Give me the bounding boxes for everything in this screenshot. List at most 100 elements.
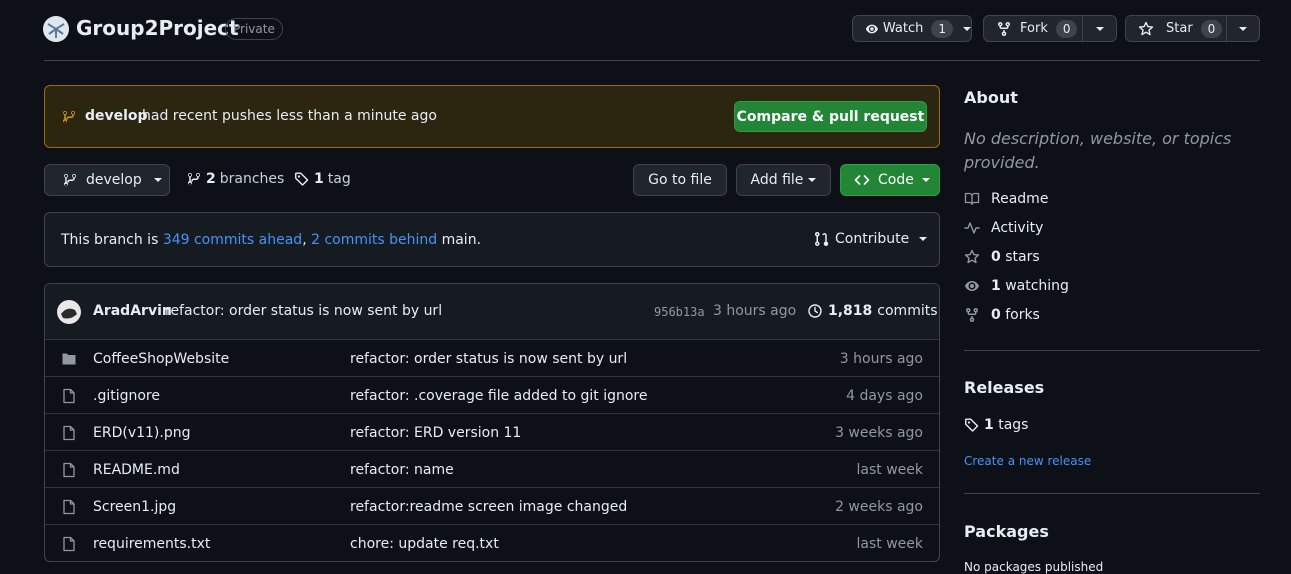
activity-label: Activity [991, 220, 1044, 236]
file-name-link[interactable]: requirements.txt [93, 536, 210, 552]
branch-select-label: develop [86, 172, 142, 188]
commits-behind-link[interactable]: 2 commits behind [311, 232, 437, 248]
branch-status-suffix: main. [441, 232, 482, 248]
release-tags-label: tags [998, 417, 1029, 433]
repo-avatar-image [43, 16, 69, 42]
stars-count: 0 [991, 249, 1001, 265]
contribute-button[interactable]: Contribute [813, 231, 928, 247]
eye-icon [865, 24, 879, 33]
branch-status-sep: , [302, 232, 307, 248]
file-row[interactable]: ERD(v11).png refactor: ERD version 11 3 we… [45, 413, 939, 451]
file-commit-date: 2 weeks ago [835, 498, 923, 515]
compare-pull-request-button[interactable]: Compare & pull request [734, 101, 927, 132]
release-tags-link[interactable]: 1 tags [964, 417, 1028, 433]
commits-history-link[interactable]: 1,818 commits [807, 303, 938, 319]
tags-label: tag [327, 171, 351, 187]
add-file-label: Add file [750, 172, 804, 188]
book-icon [964, 192, 980, 206]
file-row[interactable]: README.md refactor: name last week [45, 450, 939, 488]
star-count: 0 [1200, 19, 1223, 38]
add-file-button[interactable]: Add file [736, 164, 831, 196]
push-banner: develop had recent pushes less than a mi… [44, 85, 940, 148]
watching-count: 1 [991, 278, 1001, 294]
contribute-label: Contribute [835, 231, 910, 247]
chevron-down-icon [919, 237, 928, 241]
chevron-down-icon [1239, 26, 1247, 31]
branch-status-prefix: This branch is [61, 232, 159, 248]
releases-title[interactable]: Releases [964, 378, 1044, 397]
star-button[interactable]: Star 0 [1125, 15, 1227, 42]
file-name-link[interactable]: CoffeeShopWebsite [93, 351, 229, 367]
watching-link[interactable]: 1 watching [964, 278, 1069, 294]
commits-ahead-link[interactable]: 349 commits ahead [163, 232, 302, 248]
tags-count: 1 [314, 171, 324, 187]
file-commit-date: last week [856, 535, 924, 552]
commit-author[interactable]: AradArvin [93, 303, 172, 319]
tag-icon [965, 418, 979, 432]
file-row[interactable]: CoffeeShopWebsite refactor: order status … [45, 339, 939, 377]
file-row[interactable]: requirements.txt chore: update req.txt las… [45, 524, 939, 561]
watch-button[interactable]: Watch 1 [852, 15, 972, 42]
fork-dropdown-button[interactable] [1082, 15, 1117, 42]
packages-title[interactable]: Packages [964, 522, 1049, 541]
file-icon [61, 499, 77, 515]
file-commit-date: 3 hours ago [839, 350, 923, 367]
watching-label: watching [1005, 278, 1069, 294]
readme-label: Readme [991, 191, 1049, 207]
about-description: No description, website, or topics provi… [964, 129, 1232, 172]
commits-count: 1,818 [828, 303, 873, 319]
star-icon [964, 249, 980, 264]
star-dropdown-button[interactable] [1226, 15, 1260, 42]
tag-icon [295, 172, 309, 186]
file-commit-message-link[interactable]: refactor: ERD version 11 [350, 425, 521, 441]
sidebar-divider-2 [964, 493, 1260, 494]
commit-message[interactable]: refactor: order status is now sent by ur… [165, 303, 442, 319]
branches-label: branches [219, 171, 285, 187]
chevron-down-icon [153, 178, 162, 182]
file-commit-date: last week [856, 461, 924, 478]
file-name-link[interactable]: ERD(v11).png [93, 425, 190, 441]
visibility-badge: Private [225, 18, 283, 40]
repo-name[interactable]: Group2Project [76, 16, 239, 40]
about-title: About [964, 88, 1018, 107]
file-row[interactable]: Screen1.jpg refactor:readme screen image … [45, 487, 939, 525]
stars-link[interactable]: 0 stars [964, 249, 1040, 265]
file-commit-message-link[interactable]: refactor: order status is now sent by ur… [350, 351, 627, 367]
file-commit-message-link[interactable]: refactor: .coverage file added to git ig… [350, 388, 647, 404]
file-name-link[interactable]: .gitignore [93, 388, 160, 404]
author-avatar[interactable] [57, 300, 81, 324]
file-row[interactable]: .gitignore refactor: .coverage file added… [45, 376, 939, 414]
tags-link[interactable]: 1 tag [294, 171, 351, 187]
branches-link[interactable]: 2 branches [186, 171, 284, 187]
commit-time: 3 hours ago [713, 303, 797, 319]
commit-hash[interactable]: 956b13a [654, 305, 705, 319]
activity-link[interactable]: Activity [964, 220, 1043, 236]
file-name-link[interactable]: README.md [93, 462, 180, 478]
code-button[interactable]: Code [840, 164, 940, 196]
chevron-down-icon [808, 178, 817, 182]
watch-label: Watch [882, 21, 924, 36]
file-commit-date: 3 weeks ago [835, 424, 923, 441]
fork-icon [966, 307, 978, 322]
go-to-file-button[interactable]: Go to file [633, 164, 727, 196]
commits-label: commits [877, 303, 938, 319]
pulse-icon [964, 222, 980, 234]
sidebar-divider [964, 350, 1260, 351]
file-commit-message-link[interactable]: refactor: name [350, 462, 454, 478]
folder-icon [61, 351, 77, 367]
branches-count: 2 [206, 171, 216, 187]
push-banner-text: had recent pushes less than a minute ago [142, 108, 437, 124]
file-commit-message-link[interactable]: chore: update req.txt [350, 536, 499, 552]
branch-icon [188, 172, 200, 186]
forks-link[interactable]: 0 forks [964, 307, 1040, 323]
create-release-link[interactable]: Create a new release [964, 454, 1091, 468]
branch-select-button[interactable]: develop [44, 164, 170, 196]
history-icon [808, 304, 822, 318]
push-banner-branch[interactable]: develop [85, 108, 148, 124]
fork-button[interactable]: Fork 0 [983, 15, 1083, 42]
file-commit-message-link[interactable]: refactor:readme screen image changed [350, 499, 627, 515]
file-name-link[interactable]: Screen1.jpg [93, 499, 176, 515]
readme-link[interactable]: Readme [964, 191, 1048, 207]
branch-status-text: This branch is 349 commits ahead, 2 comm… [61, 232, 481, 248]
repo-avatar[interactable] [43, 16, 69, 42]
